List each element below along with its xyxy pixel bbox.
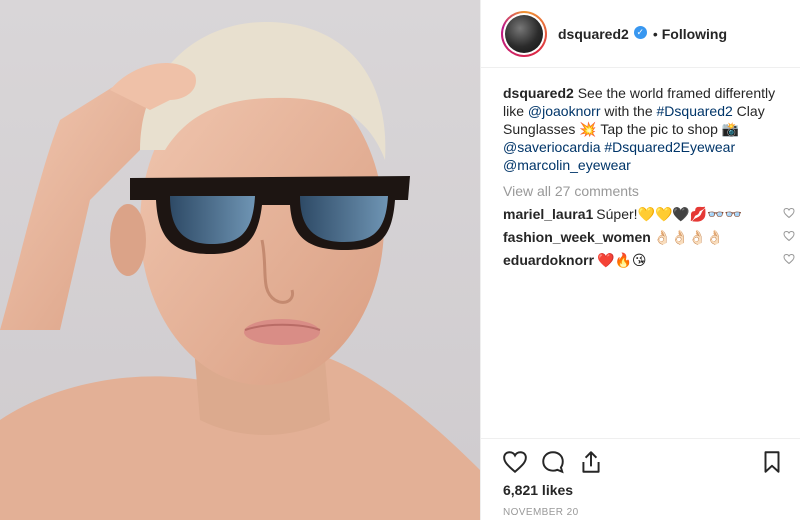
following-button[interactable]: Following — [662, 26, 727, 42]
post-image[interactable] — [0, 0, 480, 520]
comments-area: dsquared2 See the world framed different… — [503, 84, 795, 269]
mention-link[interactable]: @marcolin_eyewear — [503, 157, 631, 173]
share-icon[interactable] — [578, 449, 604, 475]
collision-emoji: 💥 — [579, 121, 597, 137]
likes-count[interactable]: 6,821 likes — [503, 482, 573, 498]
comment-like-heart-icon[interactable] — [783, 230, 795, 242]
story-ring[interactable] — [501, 10, 547, 57]
camera-emoji: 📸 — [721, 121, 740, 137]
post-actions-bar: 6,821 likes NOVEMBER 20 — [481, 438, 800, 520]
comment-icon[interactable] — [540, 449, 566, 475]
comment-row: mariel_laura1 Súper!💛💛🖤💋👓👓 — [503, 205, 795, 223]
comment-like-heart-icon[interactable] — [783, 207, 795, 219]
comment-text: ❤️🔥😘 — [597, 252, 647, 268]
avatar[interactable] — [505, 14, 543, 53]
comment-like-heart-icon[interactable] — [783, 253, 795, 265]
view-all-comments-link[interactable]: View all 27 comments — [503, 182, 787, 200]
mention-link[interactable]: @joaoknorr — [528, 103, 601, 119]
verified-badge-icon: ✓ — [633, 26, 647, 39]
caption-username[interactable]: dsquared2 — [503, 85, 574, 101]
post-caption: dsquared2 See the world framed different… — [503, 84, 787, 174]
comment-username[interactable]: mariel_laura1 — [503, 206, 593, 222]
post-photo-illustration — [0, 21, 480, 520]
comment-row: eduardoknorr ❤️🔥😘 — [503, 251, 795, 269]
post-date[interactable]: NOVEMBER 20 — [503, 507, 579, 518]
comment-username[interactable]: eduardoknorr — [503, 252, 594, 268]
heart-icon[interactable] — [502, 449, 528, 475]
comment-text: 👌🏻👌🏻👌🏻👌🏻 — [653, 229, 724, 245]
profile-username[interactable]: dsquared2 — [558, 26, 629, 42]
header-separator: • — [652, 25, 658, 42]
caption-text: with the — [600, 103, 657, 119]
post-header: dsquared2 ✓ • Following — [481, 0, 800, 68]
hashtag-link[interactable]: #Dsquared2Eyewear — [604, 139, 735, 155]
comment-text: Súper!💛💛🖤💋👓👓 — [596, 206, 743, 222]
caption-text: Tap the pic to shop — [596, 121, 722, 137]
post-details-panel: dsquared2 ✓ • Following dsquared2 See th… — [480, 0, 800, 520]
comment-username[interactable]: fashion_week_women — [503, 229, 651, 245]
mention-link[interactable]: @saveriocardia — [503, 139, 600, 155]
comment-row: fashion_week_women 👌🏻👌🏻👌🏻👌🏻 — [503, 228, 795, 246]
hashtag-link[interactable]: #Dsquared2 — [657, 103, 733, 119]
bookmark-icon[interactable] — [759, 449, 785, 475]
